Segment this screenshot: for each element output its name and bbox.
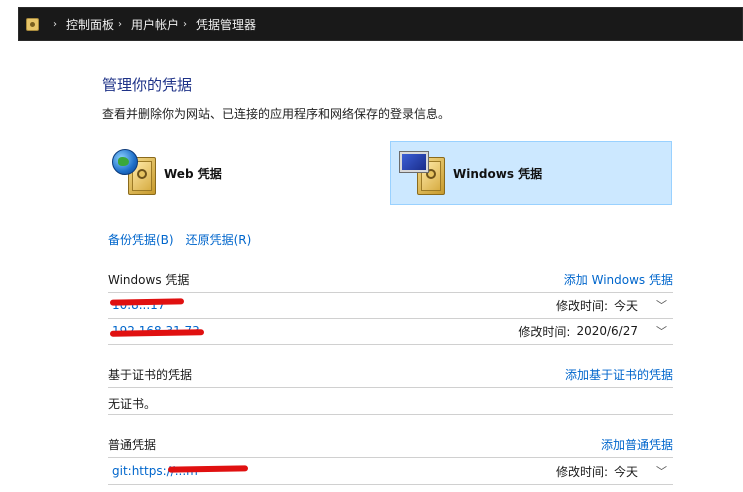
add-windows-credential-link[interactable]: 添加 Windows 凭据 [564, 271, 673, 288]
windows-credentials-header: Windows 凭据 添加 Windows 凭据 [108, 271, 673, 288]
section-title: 普通凭据 [108, 438, 157, 452]
generic-credentials-header: 普通凭据 添加普通凭据 [108, 436, 673, 453]
credential-meta: 修改时间: 今天 ﹀ [556, 297, 673, 314]
chevron-right-icon: › [183, 18, 188, 30]
chevron-right-icon: › [53, 18, 57, 30]
chevron-down-icon[interactable]: ﹀ [656, 297, 667, 313]
section-title: Windows 凭据 [108, 273, 190, 287]
credential-meta: 修改时间: 今天 ﹀ [556, 463, 673, 480]
address-bar: › 控制面板 › 用户帐户 › 凭据管理器 [0, 0, 743, 52]
windows-credentials-label: Windows 凭据 [453, 166, 543, 181]
page-title: 管理你的凭据 [102, 76, 193, 94]
control-panel-icon [26, 17, 39, 31]
modified-label: 修改时间: [518, 324, 571, 339]
modified-label: 修改时间: [555, 298, 608, 313]
breadcrumb-control-panel[interactable]: 控制面板 [66, 16, 114, 33]
add-certificate-credential-link[interactable]: 添加基于证书的凭据 [565, 366, 673, 383]
chevron-right-icon: › [118, 18, 123, 30]
restore-credentials-link[interactable]: 还原凭据(R) [186, 231, 252, 248]
address-box[interactable]: › 控制面板 › 用户帐户 › 凭据管理器 [18, 7, 743, 41]
page-description: 查看并删除你为网站、已连接的应用程序和网络保存的登录信息。 [102, 107, 451, 121]
credential-row[interactable]: 10.8...17 修改时间: 今天 ﹀ [108, 293, 673, 317]
modified-label: 修改时间: [555, 464, 608, 479]
credential-meta: 修改时间: 2020/6/27 ﹀ [518, 323, 673, 340]
chevron-down-icon[interactable]: ﹀ [656, 323, 667, 339]
backup-restore-links: 备份凭据(B) 还原凭据(R) [108, 231, 251, 248]
web-credentials-label: Web 凭据 [164, 166, 222, 181]
breadcrumb-user-accounts[interactable]: 用户帐户 [131, 16, 179, 33]
divider [108, 344, 673, 345]
no-certificates-text: 无证书。 [108, 397, 157, 411]
modified-value: 2020/6/27 [576, 324, 638, 338]
windows-credentials-tile[interactable]: Windows 凭据 [390, 141, 672, 205]
windows-credentials-icon [399, 145, 449, 201]
modified-value: 今天 [613, 464, 638, 479]
section-title: 基于证书的凭据 [108, 368, 193, 382]
divider [108, 414, 673, 415]
web-credentials-icon [110, 145, 160, 201]
modified-value: 今天 [613, 298, 638, 313]
divider [108, 484, 673, 485]
backup-credentials-link[interactable]: 备份凭据(B) [108, 231, 174, 248]
divider [108, 457, 673, 458]
web-credentials-tile[interactable]: Web 凭据 [110, 141, 370, 205]
certificate-credentials-header: 基于证书的凭据 添加基于证书的凭据 [108, 366, 673, 383]
add-generic-credential-link[interactable]: 添加普通凭据 [601, 436, 673, 453]
redaction-mark [109, 298, 185, 306]
chevron-down-icon[interactable]: ﹀ [656, 463, 667, 479]
breadcrumb-credential-manager[interactable]: 凭据管理器 [196, 16, 256, 33]
divider [108, 387, 673, 388]
